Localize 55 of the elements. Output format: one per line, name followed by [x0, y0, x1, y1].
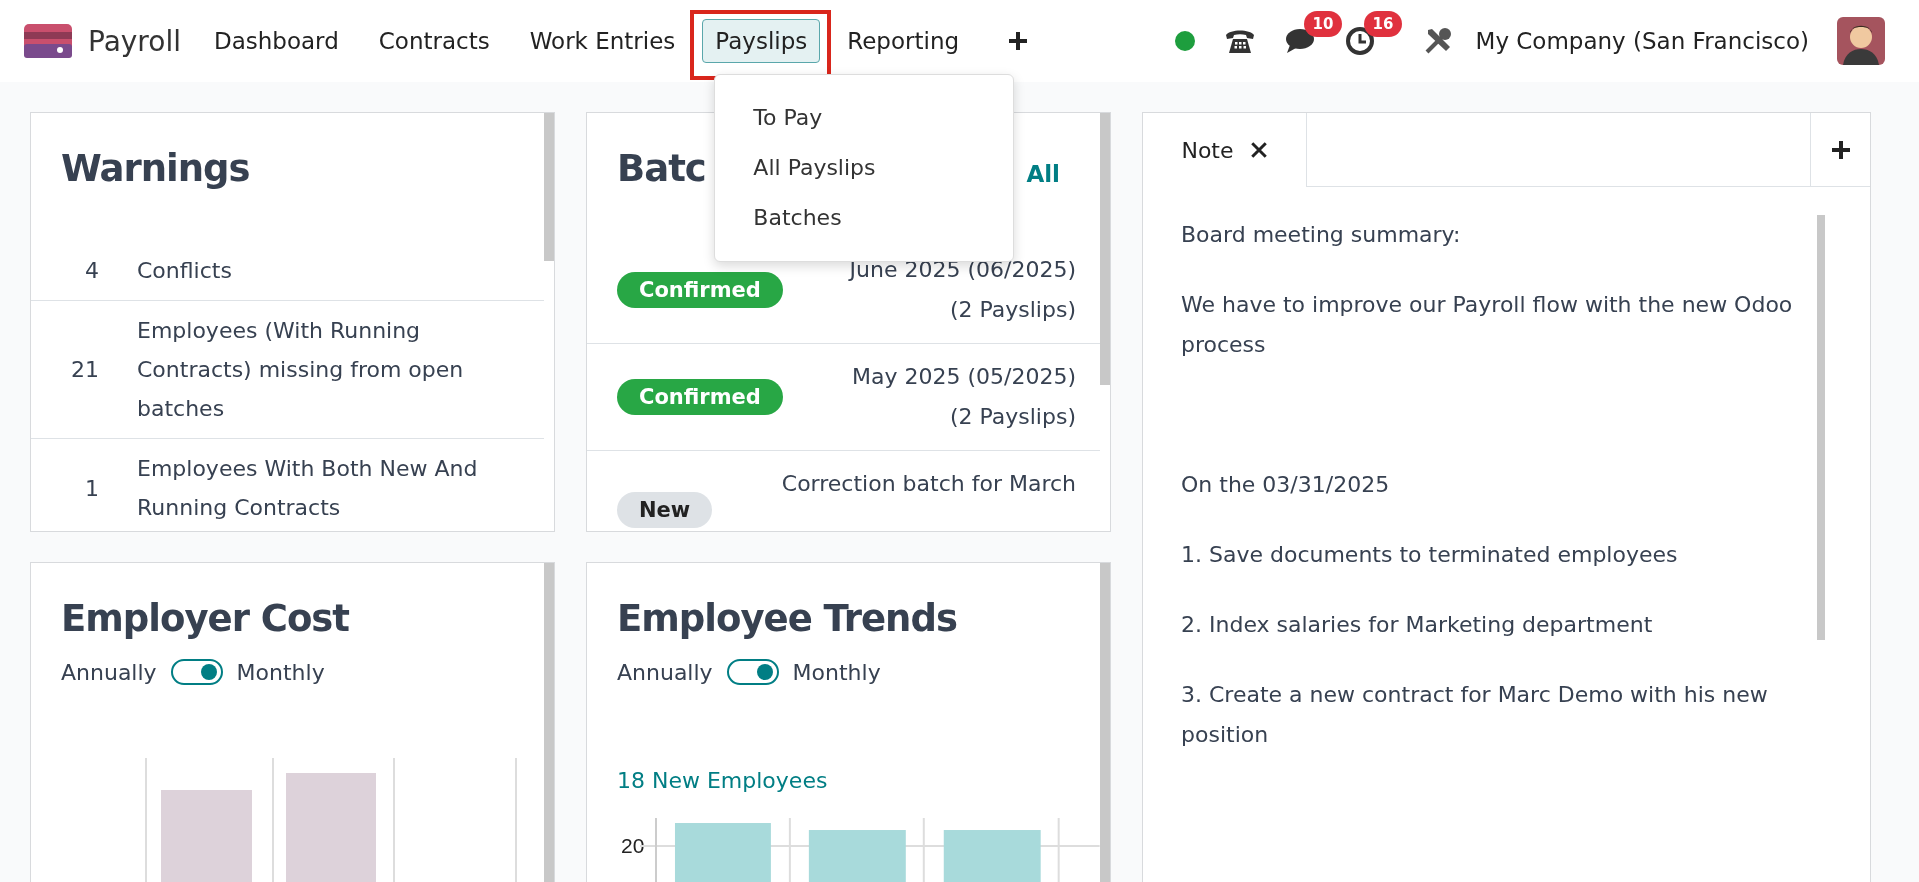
warning-count: 4	[84, 258, 99, 283]
note-paragraph: Board meeting summary:	[1181, 221, 1462, 249]
warning-count: 21	[70, 357, 99, 382]
axis-tick-label: 20	[621, 834, 645, 858]
toggle-label: Annually	[61, 659, 157, 685]
menu-item[interactable]: Dashboard	[200, 19, 352, 63]
plus-icon	[1830, 139, 1851, 160]
app-name[interactable]: Payroll	[88, 24, 181, 58]
new-employees-link[interactable]: 18 New Employees	[587, 685, 1100, 793]
status-badge: Confirmed	[617, 272, 783, 308]
toggle-label: Annually	[617, 659, 713, 685]
menu-item[interactable]: Reporting	[834, 19, 973, 63]
note-tab[interactable]: Note	[1143, 113, 1307, 187]
batch-name[interactable]: Correction batch for March	[781, 464, 1076, 504]
warning-label[interactable]: Employees With Both New And Running Contracts	[137, 449, 478, 527]
all-link[interactable]: All	[1026, 161, 1060, 191]
note-paragraph: 1. Save documents to terminated employees	[1181, 541, 1679, 569]
tab-label[interactable]: Note	[1181, 137, 1234, 163]
note-paragraph: 3. Create a new contract for Marc Demo with his new position	[1181, 681, 1769, 749]
scrollbar[interactable]	[1817, 215, 1825, 640]
warning-count: 1	[84, 475, 99, 501]
add-tab-button[interactable]	[1810, 113, 1870, 187]
card-title: Employee Trends	[616, 596, 958, 641]
toggle-label: Monthly	[792, 659, 881, 685]
plus-icon[interactable]	[1008, 31, 1029, 51]
batch-name[interactable]: May 2025 (05/2025) (2 Payslips)	[851, 357, 1076, 437]
status-dot	[1173, 30, 1196, 52]
toggle-switch[interactable]	[726, 659, 779, 685]
dropdown-item[interactable]: All Payslips	[715, 143, 1014, 193]
clock-icon[interactable]	[1343, 25, 1376, 57]
note-paragraph: 2. Index salaries for Marketing department	[1181, 611, 1654, 639]
menu-item[interactable]: Work Entries	[516, 19, 689, 63]
dropdown-item[interactable]: Batches	[715, 193, 1014, 243]
status-badge: New	[617, 492, 713, 528]
status-badge: Confirmed	[617, 379, 783, 415]
avatar[interactable]	[1837, 17, 1885, 65]
notification-badge: 10	[1303, 11, 1343, 37]
card-title: Batc	[616, 146, 706, 191]
note-paragraph: On the 03/31/2025	[1181, 471, 1391, 499]
card-title: Warnings	[60, 146, 251, 191]
warning-label[interactable]: Conflicts	[137, 251, 232, 290]
scrollbar[interactable]	[1100, 563, 1110, 882]
card-icon[interactable]	[24, 24, 72, 58]
scrollbar[interactable]	[544, 563, 554, 882]
warning-label[interactable]: Employees (With Running Contracts) missing from open batches	[137, 311, 464, 428]
notification-badge: 16	[1363, 11, 1403, 37]
card-title: Employer Cost	[60, 596, 351, 641]
note-paragraph: We have to improve our Payroll flow with the new Odoo process	[1181, 291, 1794, 359]
dropdown-item[interactable]: To Pay	[715, 93, 1014, 143]
toggle-switch[interactable]	[170, 659, 223, 685]
close-icon[interactable]	[1249, 141, 1268, 159]
menu-item[interactable]: Payslips	[702, 19, 821, 63]
menu-item[interactable]: Contracts	[365, 19, 503, 63]
toggle-label: Monthly	[236, 659, 325, 685]
company-name[interactable]: My Company (San Francisco)	[1475, 28, 1809, 54]
